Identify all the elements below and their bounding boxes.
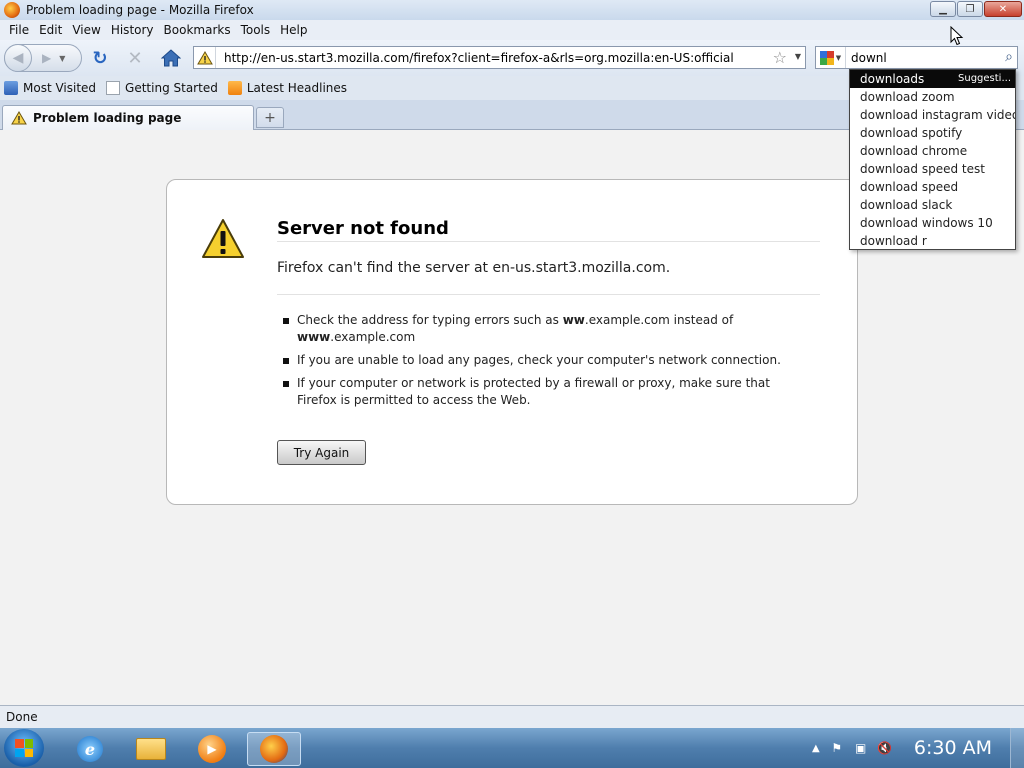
home-button[interactable] xyxy=(160,48,182,68)
bookmark-most-visited[interactable]: Most Visited xyxy=(4,81,96,95)
rss-icon xyxy=(227,81,242,95)
search-icon[interactable]: ⌕ xyxy=(1005,49,1013,65)
suggestion-item[interactable]: download zoom xyxy=(850,88,1015,106)
window-controls: ▁ ❐ ✕ xyxy=(930,1,1022,17)
suggestion-item[interactable]: download r xyxy=(850,232,1015,250)
suggestion-item[interactable]: download chrome xyxy=(850,142,1015,160)
tab-problem-loading[interactable]: Problem loading page xyxy=(2,105,254,130)
site-warning-icon[interactable] xyxy=(194,47,216,68)
taskbar-firefox[interactable] xyxy=(247,732,301,766)
network-icon[interactable]: ▣ xyxy=(854,741,868,755)
new-tab-button[interactable]: + xyxy=(256,107,284,128)
most-visited-icon xyxy=(4,81,18,95)
suggestion-item[interactable]: download windows 10 xyxy=(850,214,1015,232)
divider xyxy=(277,294,820,295)
folder-icon xyxy=(136,738,166,760)
status-text: Done xyxy=(6,710,38,724)
error-message: Firefox can't find the server at en-us.s… xyxy=(277,260,671,276)
divider xyxy=(277,241,820,242)
page-icon xyxy=(106,81,121,95)
windows-logo-icon xyxy=(15,739,33,757)
volume-muted-icon[interactable]: 🔇 xyxy=(877,741,892,755)
menu-edit[interactable]: Edit xyxy=(34,23,67,37)
suggestion-item[interactable]: download slack xyxy=(850,196,1015,214)
error-panel: Server not found Firefox can't find the … xyxy=(166,179,858,505)
url-bar[interactable]: http://en-us.start3.mozilla.com/firefox?… xyxy=(193,46,806,69)
taskbar: e ▶ ▲ ⚑ ▣ 🔇 6:30 AM xyxy=(0,728,1024,768)
menu-help[interactable]: Help xyxy=(275,23,312,37)
show-hidden-icons-icon[interactable]: ▲ xyxy=(812,743,820,754)
list-item: If your computer or network is protected… xyxy=(283,375,783,409)
menu-bookmarks[interactable]: Bookmarks xyxy=(159,23,236,37)
url-text[interactable]: http://en-us.start3.mozilla.com/firefox?… xyxy=(224,51,734,65)
stop-icon: ✕ xyxy=(127,47,143,69)
search-input[interactable]: downl xyxy=(851,51,887,65)
action-center-flag-icon[interactable]: ⚑ xyxy=(830,741,844,755)
large-warning-icon xyxy=(202,219,244,258)
close-button[interactable]: ✕ xyxy=(984,1,1022,17)
menu-file[interactable]: File xyxy=(4,23,34,37)
stop-button[interactable]: ✕ xyxy=(125,47,145,69)
suggestion-item[interactable]: download instagram videos xyxy=(850,106,1015,124)
bookmark-latest-headlines[interactable]: Latest Headlines xyxy=(227,81,348,95)
mouse-pointer-icon xyxy=(950,26,964,46)
taskbar-media-player[interactable]: ▶ xyxy=(188,732,236,766)
window-title: Problem loading page - Mozilla Firefox xyxy=(26,3,254,17)
taskbar-explorer[interactable] xyxy=(127,732,175,766)
show-desktop-button[interactable] xyxy=(1010,728,1024,768)
internet-explorer-icon: e xyxy=(77,736,103,762)
title-bar: Problem loading page - Mozilla Firefox ▁… xyxy=(0,0,1024,20)
menu-bar: File Edit View History Bookmarks Tools H… xyxy=(0,20,1024,40)
error-title: Server not found xyxy=(277,218,449,239)
error-suggestions-list: Check the address for typing errors such… xyxy=(283,312,783,415)
history-dropdown-icon[interactable]: ▼ xyxy=(59,54,65,63)
warning-icon xyxy=(11,111,27,125)
bookmark-getting-started[interactable]: Getting Started xyxy=(106,81,218,95)
home-icon xyxy=(161,49,181,67)
bookmark-label: Getting Started xyxy=(125,81,218,95)
menu-tools[interactable]: Tools xyxy=(236,23,276,37)
taskbar-internet-explorer[interactable]: e xyxy=(66,732,114,766)
restore-button[interactable]: ❐ xyxy=(957,1,983,17)
forward-button[interactable]: ▶ xyxy=(42,51,51,65)
list-item: Check the address for typing errors such… xyxy=(283,312,783,346)
bookmark-star-icon[interactable]: ☆ xyxy=(773,48,787,67)
status-bar: Done xyxy=(0,705,1024,728)
firefox-icon xyxy=(260,735,288,763)
back-arrow-icon: ◀ xyxy=(12,50,24,66)
menu-history[interactable]: History xyxy=(106,23,159,37)
engine-dropdown-icon: ▼ xyxy=(835,53,842,62)
bookmark-label: Latest Headlines xyxy=(246,81,348,95)
menu-view[interactable]: View xyxy=(67,23,105,37)
start-button[interactable] xyxy=(4,729,44,767)
search-bar[interactable]: ▼ downl ⌕ xyxy=(815,46,1018,69)
url-dropdown-icon[interactable]: ▼ xyxy=(795,52,801,61)
search-suggestions-dropdown: downloads Suggesti... download zoom down… xyxy=(849,69,1016,250)
suggestions-tag: Suggesti... xyxy=(958,73,1011,84)
reload-button[interactable]: ↻ xyxy=(90,47,110,69)
suggestion-item[interactable]: download speed test xyxy=(850,160,1015,178)
bookmark-label: Most Visited xyxy=(23,81,97,95)
minimize-button[interactable]: ▁ xyxy=(930,1,956,17)
firefox-icon xyxy=(4,2,20,18)
try-again-button[interactable]: Try Again xyxy=(277,440,366,465)
search-engine-selector[interactable]: ▼ xyxy=(816,47,846,68)
suggestion-item[interactable]: downloads Suggesti... xyxy=(850,70,1015,88)
media-player-icon: ▶ xyxy=(198,735,226,763)
tab-label: Problem loading page xyxy=(33,111,182,125)
google-icon xyxy=(819,50,834,65)
suggestion-item[interactable]: download speed xyxy=(850,178,1015,196)
back-button[interactable]: ◀ xyxy=(4,44,32,72)
suggestion-item[interactable]: download spotify xyxy=(850,124,1015,142)
list-item: If you are unable to load any pages, che… xyxy=(283,352,783,369)
clock[interactable]: 6:30 AM xyxy=(914,737,992,759)
back-forward-group: ◀ ▶ ▼ xyxy=(4,44,82,72)
reload-icon: ↻ xyxy=(92,47,108,69)
